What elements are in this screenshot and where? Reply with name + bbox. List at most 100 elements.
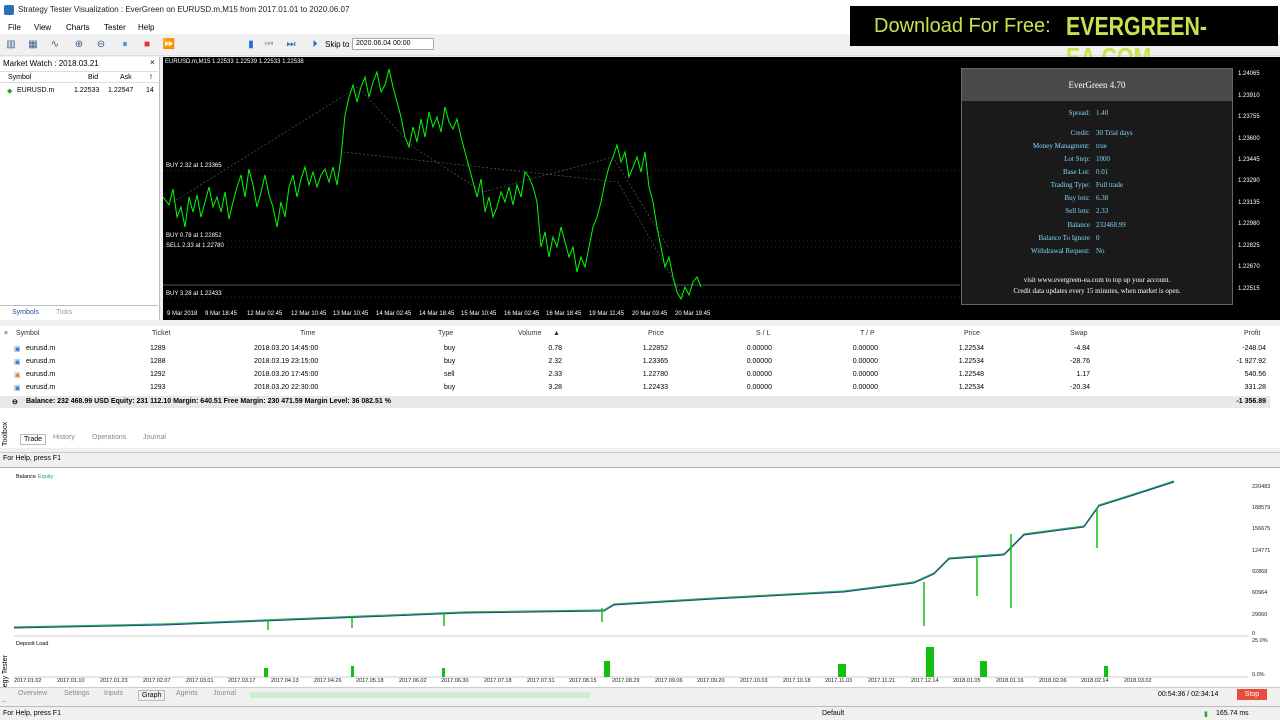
tab-operations[interactable]: Operations	[92, 434, 126, 441]
table-row[interactable]: ▣ eurusd.m 1288 2018.03.19 23:15:00 buy …	[0, 355, 1270, 368]
price-axis-label: 1.22670	[1238, 264, 1260, 270]
column-tp[interactable]: T / P	[860, 330, 875, 337]
bar-chart-icon[interactable]: ▥	[4, 38, 18, 52]
ea-label: Money Managment:	[1033, 142, 1090, 150]
status-bar: For Help, press F1 Default ▮ 165.74 ms	[0, 706, 1280, 720]
table-row[interactable]: ▣ eurusd.m 1293 2018.03.20 22:30:00 buy …	[0, 381, 1270, 394]
tab-history[interactable]: History	[53, 434, 75, 441]
column-ask[interactable]: Ask	[120, 74, 132, 81]
column-sl[interactable]: S / L	[756, 330, 770, 337]
ea-label: Base Lot:	[1062, 168, 1090, 176]
zoom-in-icon[interactable]: ⊕	[72, 38, 86, 52]
graph-x-label: 2017.10.18	[783, 678, 811, 684]
column-time[interactable]: Time	[300, 330, 315, 337]
graph-x-label: 2017.07.31	[527, 678, 555, 684]
graph-x-label: 2018.03.02	[1124, 678, 1152, 684]
cell-volume: 2.32	[548, 358, 562, 365]
tab-settings[interactable]: Settings	[64, 690, 89, 697]
table-row[interactable]: ▣ eurusd.m 1289 2018.03.20 14:45:00 buy …	[0, 342, 1270, 355]
symbol-arrow-icon: ◆	[7, 88, 13, 95]
column-current-price[interactable]: Price	[964, 330, 980, 337]
cell-tp: 0.00000	[852, 345, 878, 352]
column-spread[interactable]: !	[150, 74, 152, 81]
tab-journal[interactable]: Journal	[213, 690, 236, 697]
column-ticket[interactable]: Ticket	[152, 330, 170, 337]
download-banner[interactable]: Download For Free: EVERGREEN-EA.COM	[850, 6, 1278, 72]
step-back-icon[interactable]: ⏮	[262, 38, 276, 52]
graph-x-label: 2017.09.06	[655, 678, 683, 684]
time-axis-label: 20 Mar 03:45	[632, 311, 668, 317]
cell-tp: 0.00000	[852, 384, 878, 391]
cell-current-price: 1.22534	[958, 384, 984, 391]
cell-type: sell	[444, 371, 455, 378]
connection-icon: ▮	[1204, 711, 1208, 718]
status-ping: 165.74 ms	[1216, 710, 1249, 717]
order-label: SELL 2.33 at 1.22780	[166, 243, 224, 249]
tab-symbols[interactable]: Symbols	[12, 309, 39, 316]
ea-label: Buy lots:	[1064, 194, 1090, 202]
zoom-out-icon[interactable]: ⊖	[94, 38, 108, 52]
price-axis-label: 1.23135	[1238, 200, 1260, 206]
ea-value: 0	[1096, 234, 1100, 242]
skip-to-icon[interactable]: ⏵	[308, 38, 322, 52]
collapse-icon[interactable]: ⊖	[12, 398, 18, 406]
column-bid[interactable]: Bid	[88, 74, 98, 81]
stop-button[interactable]: Stop	[1237, 689, 1267, 700]
tab-inputs[interactable]: Inputs	[104, 690, 123, 697]
price-axis: 1.24065 1.23910 1.23755 1.23600 1.23445 …	[1234, 57, 1280, 320]
app-icon	[4, 5, 14, 15]
price-series	[163, 68, 702, 301]
cell-symbol: eurusd.m	[26, 358, 56, 365]
speed-slider-icon[interactable]: ▮	[244, 38, 258, 52]
ea-label: Withdrawal Request:	[1030, 247, 1090, 255]
menu-view[interactable]: View	[34, 23, 51, 32]
close-icon[interactable]: ×	[4, 330, 8, 337]
balance-graph: Balance Equity Deposit Load 220483 18857…	[0, 467, 1280, 687]
tab-agents[interactable]: Agents	[176, 690, 198, 697]
cell-swap: 1.17	[1076, 371, 1090, 378]
column-profit[interactable]: Profit	[1244, 330, 1260, 337]
column-price[interactable]: Price	[648, 330, 664, 337]
graph-x-label: 2017.06.30	[441, 678, 469, 684]
candle-chart-icon[interactable]: ▦	[26, 38, 40, 52]
menu-tester[interactable]: Tester	[104, 23, 126, 32]
skip-to-date-input[interactable]: 2020.06.04 00:00	[352, 38, 434, 50]
mw-spread: 14	[146, 87, 154, 94]
time-axis-label: 16 Mar 18:45	[546, 311, 582, 317]
table-row[interactable]: ▣ eurusd.m 1292 2018.03.20 17:45:00 sell…	[0, 368, 1270, 381]
column-symbol[interactable]: Symbol	[16, 330, 39, 337]
graph-x-label: 2017.07.18	[484, 678, 512, 684]
column-swap[interactable]: Swap	[1070, 330, 1088, 337]
tab-overview[interactable]: Overview	[18, 690, 47, 697]
tab-graph[interactable]: Graph	[138, 690, 166, 701]
time-axis-label: 12 Mar 10:45	[291, 311, 327, 317]
tab-journal[interactable]: Journal	[143, 434, 166, 441]
column-volume[interactable]: Volume	[518, 330, 541, 337]
price-chart[interactable]: EURUSD.m,M15 1.22533 1.22539 1.22533 1.2…	[163, 57, 1240, 320]
graph-x-label: 2017.06.02	[399, 678, 427, 684]
stop-icon[interactable]: ■	[140, 38, 154, 52]
menu-file[interactable]: File	[8, 23, 21, 32]
close-icon[interactable]: ×	[150, 58, 155, 67]
graph-y-label: 188579	[1252, 505, 1271, 511]
pause-icon[interactable]: ⏸	[118, 38, 132, 52]
ea-value: 232468.99	[1096, 221, 1126, 229]
graph-x-label: 2017.03.01	[186, 678, 214, 684]
ea-spread-value: 1.40	[1096, 109, 1109, 117]
menu-charts[interactable]: Charts	[66, 23, 90, 32]
fast-forward-icon[interactable]: ⏩	[162, 38, 176, 52]
ea-value: No	[1096, 247, 1105, 255]
equity-curve	[14, 480, 1175, 628]
tab-trade[interactable]: Trade	[20, 434, 47, 445]
position-icon: ▣	[14, 372, 21, 379]
order-label: BUY 2.32 at 1.23365	[166, 163, 222, 169]
time-axis-label: 9 Mar 2018	[167, 311, 198, 317]
market-watch-row[interactable]: ◆ EURUSD.m 1.22533 1.22547 14	[0, 85, 158, 97]
status-help-text: For Help, press F1	[3, 710, 61, 717]
column-type[interactable]: Type	[438, 330, 453, 337]
column-symbol[interactable]: Symbol	[8, 74, 31, 81]
menu-help[interactable]: Help	[138, 23, 154, 32]
step-forward-icon[interactable]: ⏭	[284, 38, 298, 52]
line-chart-icon[interactable]: ∿	[48, 38, 62, 52]
tab-ticks[interactable]: Ticks	[56, 309, 72, 316]
